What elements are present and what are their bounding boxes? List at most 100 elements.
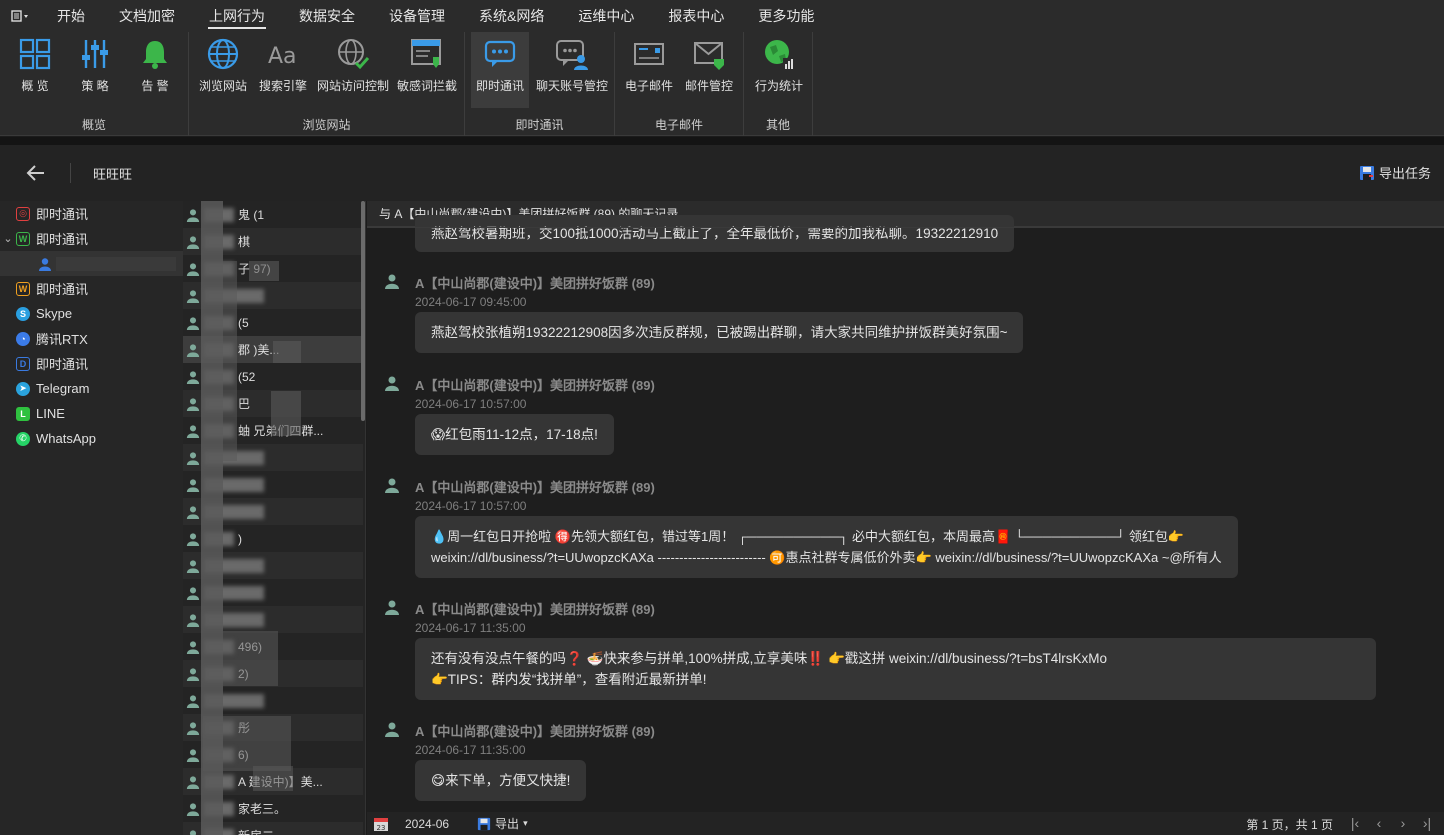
message-time: 2024-06-17 11:35:00: [415, 621, 526, 635]
tree-item-line[interactable]: L LINE: [0, 401, 183, 426]
date-selector[interactable]: 2024-06: [405, 817, 449, 831]
ribbon-group-browse: 浏览网站 Aa 搜索引擎 网站访问控制 敏感词拦截 浏览网站: [189, 32, 465, 136]
chat-account-icon: [556, 40, 588, 70]
ribbon-group-email-label: 电子邮件: [654, 118, 703, 132]
privacy-mosaic: [249, 261, 279, 281]
first-page-icon[interactable]: |‹: [1348, 815, 1362, 831]
calendar-icon[interactable]: 23: [373, 816, 389, 832]
ribbon-sensitive-word-button[interactable]: 敏感词拦截: [395, 32, 459, 108]
last-page-icon[interactable]: ›|: [1420, 815, 1434, 831]
tree-item-account[interactable]: [0, 251, 183, 276]
menu-more-features[interactable]: 更多功能: [741, 0, 831, 32]
tree-item-whatsapp[interactable]: ✆ WhatsApp: [0, 426, 183, 451]
privacy-mosaic: [253, 766, 293, 791]
contact-name: ): [238, 531, 242, 546]
tree-item-im-2[interactable]: ⌄ W 即时通讯: [0, 226, 183, 251]
prev-page-icon[interactable]: ‹: [1372, 815, 1386, 831]
ribbon-overview-button[interactable]: 概 览: [10, 32, 60, 108]
user-avatar-icon: [385, 478, 399, 493]
save-disk-icon: [1359, 165, 1374, 180]
im-app-icon: W: [16, 231, 30, 246]
ribbon-group-im: 即时通讯 聊天账号管控 即时通讯: [465, 32, 615, 136]
privacy-mosaic: [271, 391, 301, 436]
export-button[interactable]: 导出 ▾: [477, 815, 528, 832]
chat-footer: 23 2024-06 导出 ▾ 第 1 页，共 1 页 |‹ ‹ › ›|: [367, 812, 1444, 835]
header-divider: [70, 163, 71, 183]
menu-system-network[interactable]: 系统&网络: [462, 0, 561, 32]
user-avatar-icon: [186, 613, 200, 627]
ribbon-behavior-stats-label: 行为统计: [754, 79, 803, 93]
app-menu-button[interactable]: [0, 0, 40, 32]
menu-start[interactable]: 开始: [40, 0, 102, 32]
save-disk-icon: [477, 817, 491, 830]
ribbon-email-button[interactable]: 电子邮件: [621, 32, 677, 108]
menu-doc-encryption[interactable]: 文档加密: [102, 0, 192, 32]
message-text: weixin://dl/business/?t=UUwopzcKAXa ----…: [431, 550, 1222, 565]
tree-item-im-1[interactable]: ◎ 即时通讯: [0, 201, 183, 226]
privacy-mosaic: [223, 261, 237, 461]
user-avatar-icon: [186, 451, 200, 465]
tree-item-label: 腾讯RTX: [36, 332, 88, 347]
ribbon-im-label: 即时通讯: [475, 79, 524, 93]
ribbon-behavior-stats-button[interactable]: 行为统计: [750, 32, 808, 108]
back-arrow-icon[interactable]: [24, 161, 48, 185]
user-avatar-icon: [186, 316, 200, 330]
sender-name: A【中山尚郡(建设中)】美团拼好饭群 (89): [415, 602, 655, 617]
ribbon-email-control-button[interactable]: 邮件管控: [681, 32, 737, 108]
menu-internet-behavior[interactable]: 上网行为: [192, 0, 282, 32]
contact-name: 鬼 (1: [238, 208, 265, 222]
user-avatar-icon: [186, 802, 200, 816]
tree-item-skype[interactable]: S Skype: [0, 301, 183, 326]
user-avatar-icon: [186, 235, 200, 249]
contact-name: 新房二: [238, 827, 274, 835]
contact-list-scrollbar[interactable]: [361, 201, 365, 421]
export-task-button[interactable]: 导出任务: [1359, 163, 1431, 182]
ribbon-chat-account-button[interactable]: 聊天账号管控: [533, 32, 611, 108]
user-icon: [39, 257, 51, 271]
im-app-icon: D: [16, 356, 30, 371]
user-avatar-icon: [385, 600, 399, 615]
sender-name: A【中山尚郡(建设中)】美团拼好饭群 (89): [415, 480, 655, 495]
web-access-control-icon: [338, 39, 370, 70]
next-page-icon[interactable]: ›: [1396, 815, 1410, 831]
skype-icon: S: [16, 306, 30, 321]
contact-list: 鬼 (1棋子 97)(5郡 )美...(52巴蚰 兄弟们四群...)496)2)…: [183, 201, 366, 835]
ribbon-divider: [0, 137, 1444, 145]
tree-item-rtx[interactable]: ◔ 腾讯RTX: [0, 326, 183, 351]
svg-text:23: 23: [377, 824, 386, 832]
tree-item-label: 即时通讯: [36, 282, 89, 297]
tree-item-label: Telegram: [36, 381, 90, 396]
email-control-icon: [694, 42, 724, 70]
chevron-down-icon[interactable]: ⌄: [0, 232, 16, 245]
ribbon-group-browse-label: 浏览网站: [302, 118, 351, 132]
chevron-down-icon: ▾: [523, 818, 528, 828]
ribbon-browse-web-button[interactable]: 浏览网站: [197, 32, 249, 108]
ribbon-policy-button[interactable]: 策 略: [70, 32, 120, 108]
message-text: 燕赵驾校张植朔19322212908因多次违反群规，已被踢出群聊，请大家共同维护…: [431, 325, 1008, 340]
ribbon-alert-button[interactable]: 告 警: [130, 32, 180, 108]
tree-item-telegram[interactable]: ➤ Telegram: [0, 376, 183, 401]
menu-data-security[interactable]: 数据安全: [282, 0, 372, 32]
user-avatar-icon: [186, 370, 200, 384]
message-bubble: 燕赵驾校暑期班，交100抵1000活动马上截止了，全年最低价，需要的加我私聊。1…: [415, 215, 1015, 252]
tree-item-im-4[interactable]: D 即时通讯: [0, 351, 183, 376]
message-text: 👉TIPS：群内发“找拼单”，查看附近最新拼单!: [431, 672, 707, 687]
tree-item-im-3[interactable]: W 即时通讯: [0, 276, 183, 301]
message-bubble: 还有没有没点午餐的吗❓ 🍜快来参与拼单,100%拼成,立享美味‼️ 👉戳这拼 w…: [415, 638, 1376, 700]
menu-ops-center[interactable]: 运维中心: [561, 0, 651, 32]
user-avatar-icon: [186, 559, 200, 573]
sensitive-word-icon: [411, 39, 441, 68]
user-avatar-icon: [186, 721, 200, 735]
ribbon-im-button[interactable]: 即时通讯: [471, 32, 529, 108]
user-avatar-icon: [186, 478, 200, 492]
ribbon-group-overview: 概 览 策 略 告 警 概览: [0, 32, 189, 136]
menu-report-center[interactable]: 报表中心: [651, 0, 741, 32]
menu-device-management[interactable]: 设备管理: [372, 0, 462, 32]
ribbon-search-engine-button[interactable]: Aa 搜索引擎: [257, 32, 309, 108]
ribbon-browse-web-label: 浏览网站: [198, 79, 247, 93]
chat-panel: 与 A【中山尚郡(建设中)】美团拼好饭群 (89) 的聊天记录 燕赵驾校暑期班，…: [367, 201, 1444, 812]
user-avatar-icon: [186, 748, 200, 762]
ribbon-web-access-control-button[interactable]: 网站访问控制: [315, 32, 391, 108]
contact-name: 巴: [238, 397, 251, 411]
ribbon-group-overview-label: 概览: [81, 118, 106, 132]
